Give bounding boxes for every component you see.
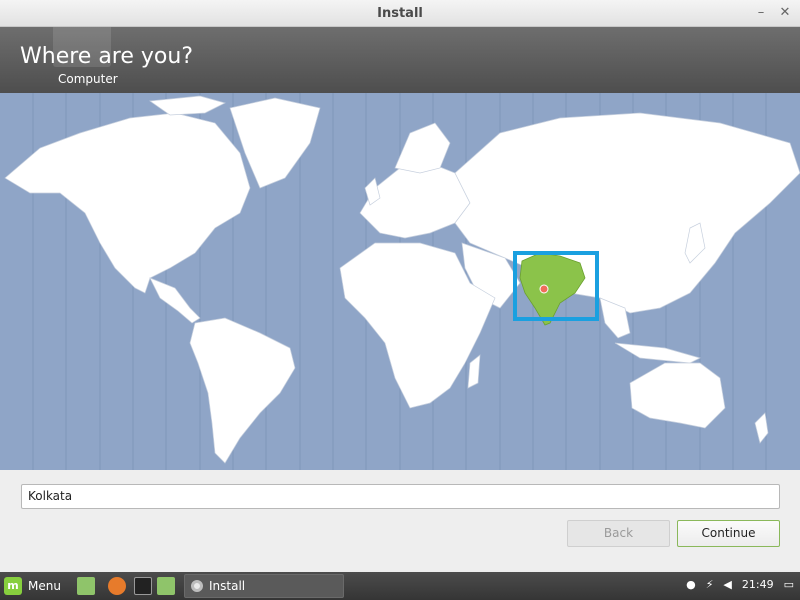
selected-region-highlight — [513, 251, 599, 321]
menu-button[interactable]: m Menu — [4, 576, 61, 596]
location-input[interactable]: Kolkata — [21, 484, 780, 509]
australia-shape — [629, 362, 726, 429]
install-app-icon — [191, 580, 203, 592]
north-america-shape — [4, 112, 251, 294]
menu-label: Menu — [28, 579, 61, 593]
window-list-icon[interactable]: ▭ — [784, 578, 794, 591]
terminal-icon[interactable] — [134, 577, 152, 595]
minimize-icon[interactable]: – — [752, 4, 770, 22]
taskbar-item-install[interactable]: Install — [184, 574, 344, 598]
firefox-icon[interactable] — [108, 577, 126, 595]
volume-icon[interactable]: ◀ — [723, 578, 731, 591]
window-title: Install — [377, 6, 423, 21]
show-desktop-icon[interactable] — [77, 577, 95, 595]
central-america-shape — [149, 277, 201, 324]
installer-window: Install – ✕ Where are you? Computer Kolk… — [0, 0, 800, 572]
timezone-map[interactable] — [0, 93, 800, 470]
page-header: Where are you? Computer — [0, 27, 800, 93]
back-button[interactable]: Back — [567, 520, 670, 547]
page-title: Where are you? — [20, 44, 193, 69]
close-icon[interactable]: ✕ — [776, 4, 794, 22]
system-tray: ● ⚡ ◀ 21:49 ▭ — [686, 578, 794, 591]
taskbar: m Menu Install ● ⚡ ◀ 21:49 ▭ — [0, 572, 800, 600]
madagascar-shape — [467, 354, 481, 389]
files-icon[interactable] — [157, 577, 175, 595]
title-bar[interactable]: Install – ✕ — [0, 0, 800, 27]
page-subtitle: Computer — [58, 72, 118, 86]
mint-logo-icon: m — [4, 577, 22, 595]
world-map-svg — [4, 93, 800, 470]
clock[interactable]: 21:49 — [742, 578, 774, 591]
continue-button[interactable]: Continue — [677, 520, 780, 547]
arctic-islands-shape — [149, 95, 226, 116]
task-label: Install — [209, 579, 246, 593]
south-america-shape — [189, 317, 296, 464]
network-icon[interactable]: ⚡ — [706, 578, 714, 591]
scandinavia-shape — [394, 122, 451, 174]
user-icon[interactable]: ● — [686, 578, 696, 591]
